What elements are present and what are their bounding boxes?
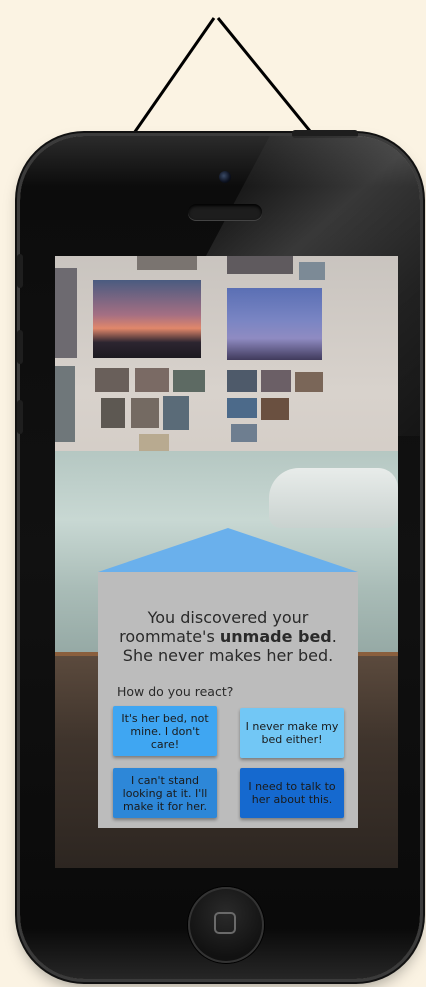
wall-photo [299, 262, 325, 280]
wall-photo [135, 368, 169, 392]
wall-photo [101, 398, 125, 428]
scenario-card: You discovered your roommate's unmade be… [98, 572, 358, 828]
bridge-photo [227, 288, 322, 360]
wall-photo [227, 370, 257, 392]
wall-photo [261, 370, 291, 392]
wall-photo [139, 434, 169, 452]
choice-button-3[interactable]: I can't stand looking at it. I'll make i… [113, 768, 217, 818]
front-camera [219, 171, 231, 183]
prompt-line-2: roommate's unmade bed. [98, 627, 358, 646]
wall-photo [55, 366, 75, 442]
wall-photo [231, 424, 257, 442]
sunset-city-photo [93, 280, 201, 358]
wall-photo [227, 398, 257, 418]
volume-up-button [17, 330, 23, 364]
wall-photo [295, 372, 323, 392]
wall-photo [227, 256, 293, 274]
choice-button-4[interactable]: I need to talk to her about this. [240, 768, 344, 818]
scenario-prompt: You discovered your roommate's unmade be… [98, 608, 358, 665]
volume-down-button [17, 400, 23, 434]
pillow [269, 468, 398, 528]
prompt-emphasis: unmade bed [219, 627, 332, 646]
wall-photo [137, 256, 197, 270]
earpiece-speaker [188, 204, 262, 220]
choice-button-2[interactable]: I never make my bed either! [240, 708, 344, 758]
mute-switch [17, 254, 23, 288]
wall-photo [163, 396, 189, 430]
prompt-line-1: You discovered your [147, 608, 309, 627]
wall-photo [55, 268, 77, 358]
question-text: How do you react? [117, 684, 234, 699]
prompt-line-3: She never makes her bed. [122, 646, 334, 665]
prompt-line-2-pre: roommate's [119, 627, 220, 646]
power-button [292, 130, 358, 138]
phone-screen: You discovered your roommate's unmade be… [55, 256, 398, 868]
wall-photo [131, 398, 159, 428]
home-button[interactable] [188, 887, 264, 963]
prompt-line-2-post: . [331, 627, 337, 646]
wall-photo [95, 368, 129, 392]
home-square-icon [214, 912, 236, 934]
wall-photo [261, 398, 289, 420]
wall-photo [173, 370, 205, 392]
choice-button-1[interactable]: It's her bed, not mine. I don't care! [113, 706, 217, 756]
